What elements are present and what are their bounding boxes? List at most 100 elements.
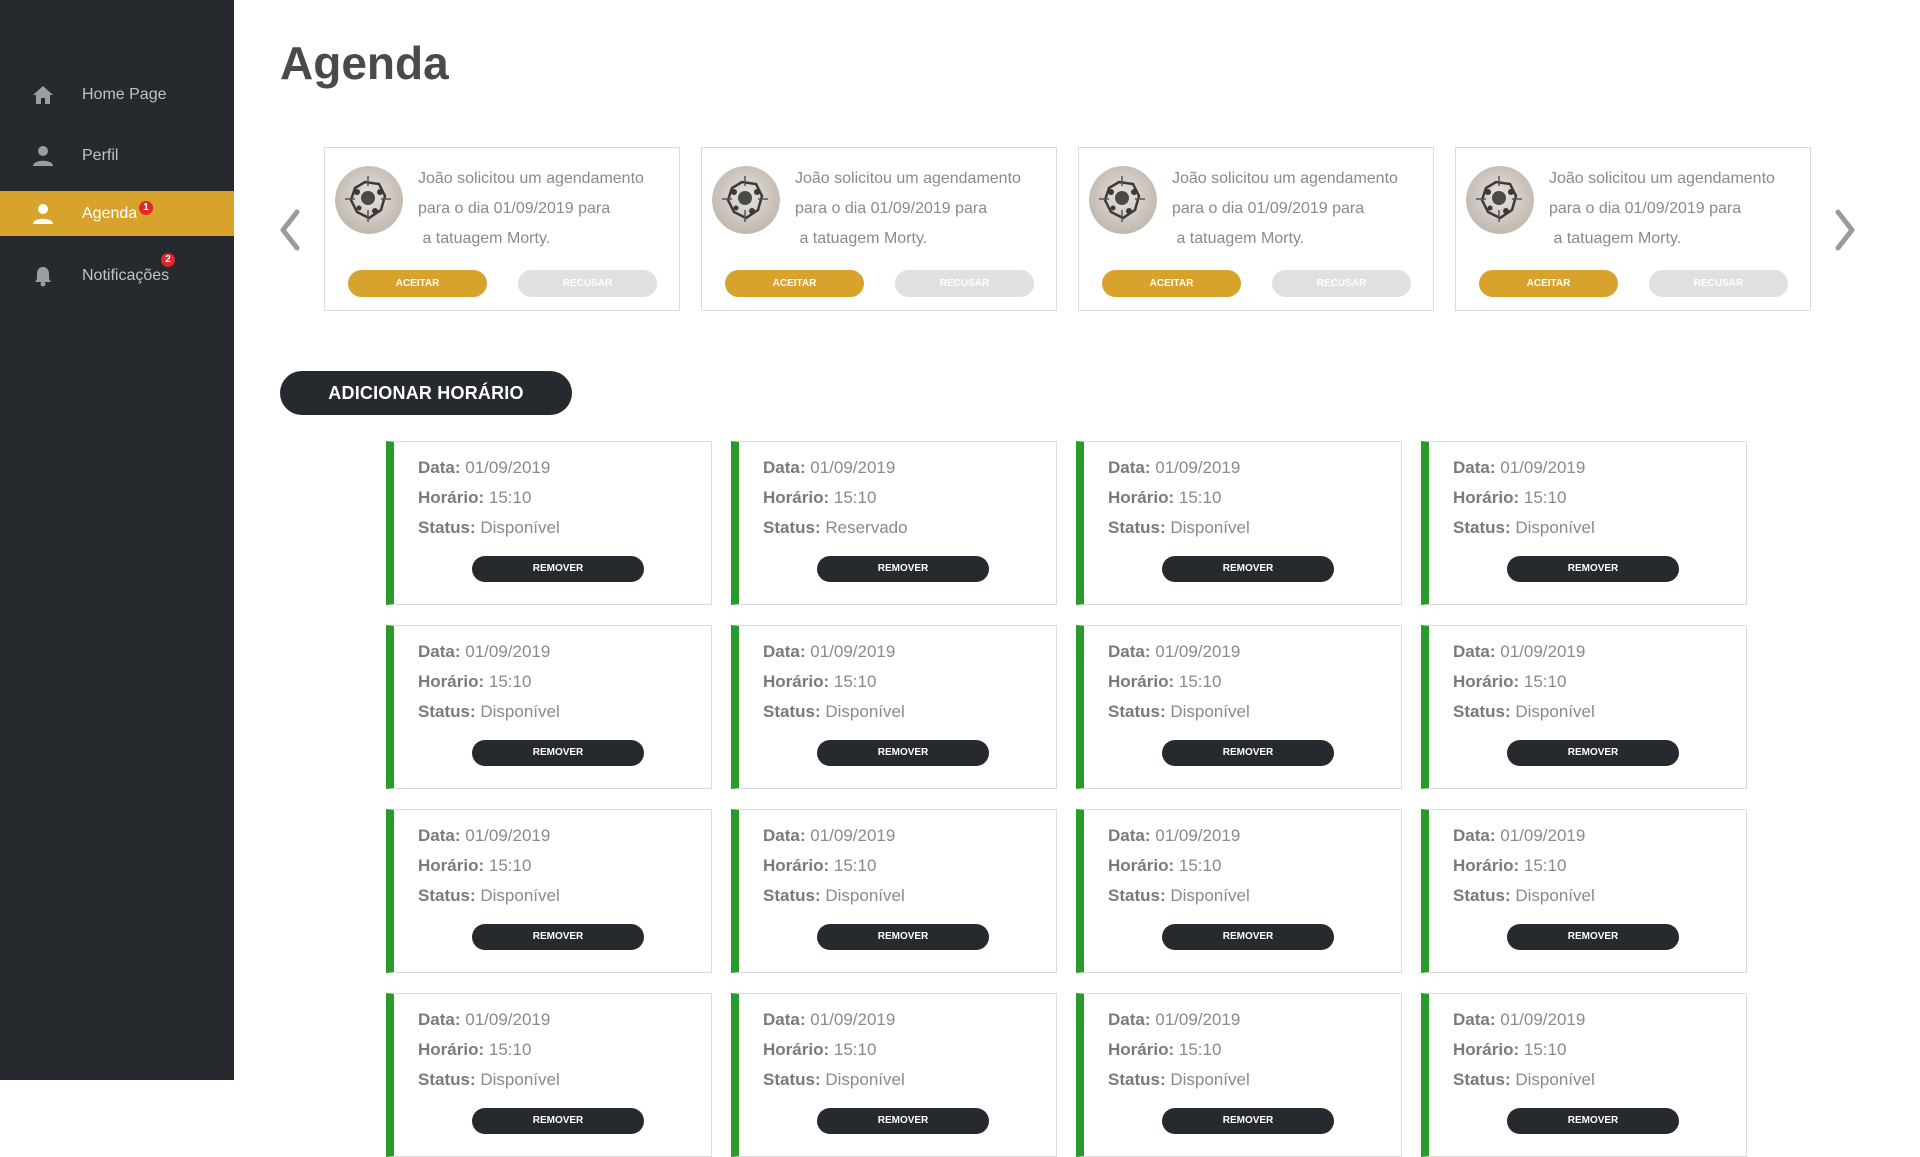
slot-status-value: Disponível — [1170, 518, 1250, 537]
slot-date: Data: 01/09/2019 — [1453, 1010, 1585, 1030]
accept-button[interactable]: ACEITAR — [725, 270, 864, 297]
remove-button[interactable]: REMOVER — [1162, 556, 1334, 582]
slot-time: Horário: 15:10 — [1453, 672, 1566, 692]
home-icon — [32, 84, 54, 106]
sidebar-item-label: Home Page — [82, 85, 167, 103]
sidebar-item-perfil[interactable]: Perfil — [0, 133, 234, 178]
slot-status: Status: Disponível — [1453, 886, 1595, 906]
slot-date: Data: 01/09/2019 — [763, 458, 895, 478]
slot-time-value: 15:10 — [1523, 856, 1567, 875]
slot-date-label: Data: — [418, 642, 461, 661]
slot-date-value: 01/09/2019 — [1155, 458, 1241, 477]
slot-time-value: 15:10 — [1523, 488, 1567, 507]
slot-time-label: Horário: — [1453, 672, 1520, 691]
refuse-button[interactable]: RECUSAR — [1272, 270, 1411, 297]
schedule-slot-card: Data: 01/09/2019 Horário: 15:10 Status: Di… — [386, 809, 712, 973]
remove-button[interactable]: REMOVER — [472, 740, 644, 766]
page-title: Agenda — [280, 37, 449, 89]
tattoo-avatar — [712, 166, 780, 234]
slot-date-label: Data: — [763, 826, 806, 845]
slot-time: Horário: 15:10 — [763, 488, 876, 508]
slot-time: Horário: 15:10 — [763, 1040, 876, 1060]
slot-time-label: Horário: — [1108, 856, 1175, 875]
remove-button[interactable]: REMOVER — [472, 556, 644, 582]
slot-date-label: Data: — [1108, 642, 1151, 661]
sidebar-item-label: Notificações — [82, 266, 170, 284]
refuse-button[interactable]: RECUSAR — [895, 270, 1034, 297]
remove-button[interactable]: REMOVER — [1162, 740, 1334, 766]
accept-button[interactable]: ACEITAR — [1479, 270, 1618, 297]
schedule-slot-card: Data: 01/09/2019 Horário: 15:10 Status: Di… — [1421, 625, 1747, 789]
slot-time: Horário: 15:10 — [1108, 1040, 1221, 1060]
remove-button[interactable]: REMOVER — [1507, 924, 1679, 950]
slot-time-label: Horário: — [1453, 488, 1520, 507]
sidebar-item-home[interactable]: Home Page — [0, 72, 234, 117]
remove-button[interactable]: REMOVER — [817, 740, 989, 766]
refuse-button[interactable]: RECUSAR — [518, 270, 657, 297]
schedule-slot-card: Data: 01/09/2019 Horário: 15:10 Status: Di… — [1076, 625, 1402, 789]
slot-date-value: 01/09/2019 — [1155, 642, 1241, 661]
slot-status: Status: Disponível — [418, 886, 560, 906]
schedule-slot-card: Data: 01/09/2019 Horário: 15:10 Status: Di… — [1421, 993, 1747, 1157]
slot-status-label: Status: — [1108, 886, 1166, 905]
slot-date-value: 01/09/2019 — [1500, 1010, 1586, 1029]
schedule-slot-card: Data: 01/09/2019 Horário: 15:10 Status: Di… — [1076, 809, 1402, 973]
person-icon — [32, 145, 54, 167]
slot-time-value: 15:10 — [488, 856, 532, 875]
slot-time: Horário: 15:10 — [418, 1040, 531, 1060]
slot-time-label: Horário: — [418, 856, 485, 875]
request-message: João solicitou um agendamento para o dia … — [795, 164, 1045, 254]
slot-status-label: Status: — [418, 702, 476, 721]
slot-status: Status: Disponível — [1108, 886, 1250, 906]
slot-time-label: Horário: — [763, 856, 830, 875]
slot-date-label: Data: — [763, 642, 806, 661]
add-schedule-button[interactable]: ADICIONAR HORÁRIO — [280, 371, 572, 415]
schedule-slot-card: Data: 01/09/2019 Horário: 15:10 Status: Di… — [386, 993, 712, 1157]
slot-time-label: Horário: — [1108, 488, 1175, 507]
slot-status-value: Disponível — [825, 702, 905, 721]
remove-button[interactable]: REMOVER — [1507, 556, 1679, 582]
bell-icon — [32, 265, 54, 287]
slot-status-value: Disponível — [1515, 518, 1595, 537]
remove-button[interactable]: REMOVER — [1507, 740, 1679, 766]
tattoo-avatar — [335, 166, 403, 234]
remove-button[interactable]: REMOVER — [1162, 1108, 1334, 1134]
slot-date: Data: 01/09/2019 — [1453, 826, 1585, 846]
slot-time-value: 15:10 — [488, 672, 532, 691]
remove-button[interactable]: REMOVER — [817, 556, 989, 582]
slot-time-value: 15:10 — [833, 672, 877, 691]
slot-date: Data: 01/09/2019 — [1453, 458, 1585, 478]
accept-button[interactable]: ACEITAR — [348, 270, 487, 297]
remove-button[interactable]: REMOVER — [817, 924, 989, 950]
request-text-line: João solicitou um agendamento — [1172, 170, 1398, 187]
request-text-line: a tatuagem Morty. — [795, 230, 928, 247]
slot-time: Horário: 15:10 — [763, 672, 876, 692]
sidebar-item-agenda[interactable]: Agenda 1 — [0, 191, 234, 236]
tattoo-avatar — [1089, 166, 1157, 234]
slot-status-value: Reservado — [825, 518, 908, 537]
refuse-button[interactable]: RECUSAR — [1649, 270, 1788, 297]
remove-button[interactable]: REMOVER — [1162, 924, 1334, 950]
request-text-line: a tatuagem Morty. — [1549, 230, 1682, 247]
remove-button[interactable]: REMOVER — [817, 1108, 989, 1134]
slot-status: Status: Disponível — [418, 518, 560, 538]
slot-status-label: Status: — [1108, 518, 1166, 537]
schedule-slot-card: Data: 01/09/2019 Horário: 15:10 Status: Di… — [1076, 441, 1402, 605]
slot-time: Horário: 15:10 — [763, 856, 876, 876]
request-card: João solicitou um agendamento para o dia … — [701, 147, 1057, 311]
remove-button[interactable]: REMOVER — [472, 1108, 644, 1134]
sidebar: Home Page Perfil Agenda 1 Notificações 2 — [0, 0, 234, 1080]
slot-status: Status: Reservado — [763, 518, 908, 538]
carousel-prev-button[interactable] — [275, 206, 305, 254]
remove-button[interactable]: REMOVER — [1507, 1108, 1679, 1134]
slot-time-label: Horário: — [1453, 1040, 1520, 1059]
accept-button[interactable]: ACEITAR — [1102, 270, 1241, 297]
slot-date-label: Data: — [763, 1010, 806, 1029]
carousel-next-button[interactable] — [1830, 206, 1860, 254]
remove-button[interactable]: REMOVER — [472, 924, 644, 950]
sidebar-item-notificacoes[interactable]: Notificações 2 — [0, 253, 234, 298]
schedule-slot-card: Data: 01/09/2019 Horário: 15:10 Status: Di… — [731, 809, 1057, 973]
schedule-slot-card: Data: 01/09/2019 Horário: 15:10 Status: Di… — [731, 993, 1057, 1157]
slot-date: Data: 01/09/2019 — [763, 1010, 895, 1030]
slot-time-value: 15:10 — [1523, 672, 1567, 691]
